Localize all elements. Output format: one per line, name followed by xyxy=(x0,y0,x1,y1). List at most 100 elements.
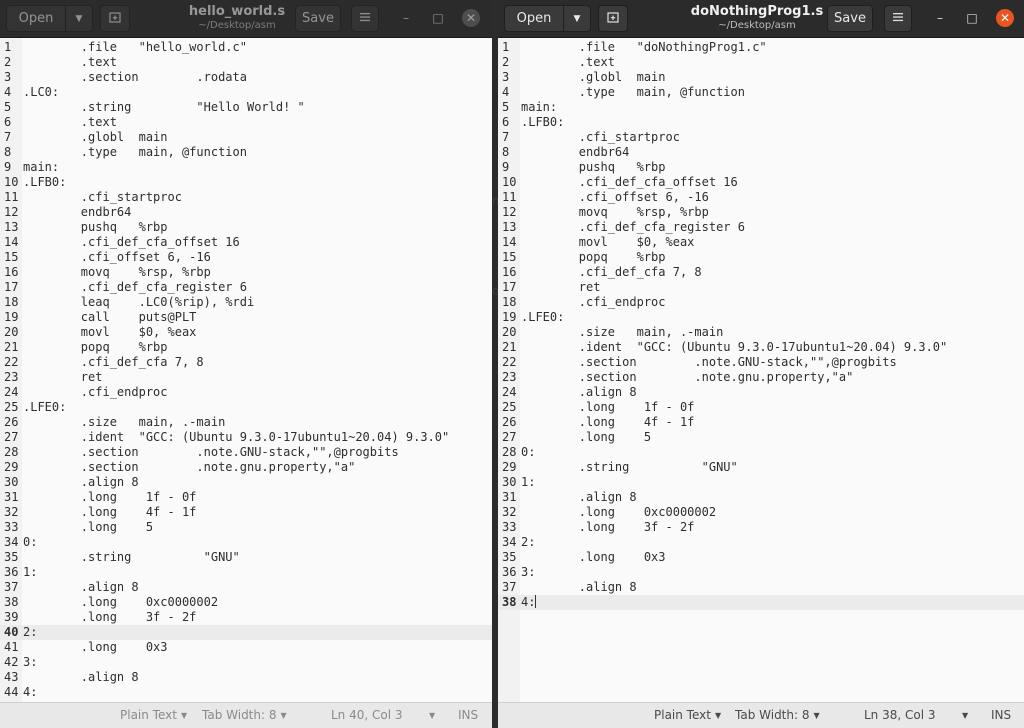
insert-mode[interactable]: INS xyxy=(458,708,478,722)
code-line[interactable]: 37 .align 8 xyxy=(498,580,1024,595)
code-line[interactable]: 3 .section .rodata xyxy=(0,70,492,85)
save-button[interactable]: Save xyxy=(295,5,341,32)
code-line[interactable]: 15 .cfi_offset 6, -16 xyxy=(0,250,492,265)
code-line[interactable]: 37 .align 8 xyxy=(0,580,492,595)
code-line[interactable]: 20 .size main, .-main xyxy=(498,325,1024,340)
code-line[interactable]: 43 .align 8 xyxy=(0,670,492,685)
code-line[interactable]: 28 .section .note.GNU-stack,"",@progbits xyxy=(0,445,492,460)
code-line[interactable]: 27 .long 5 xyxy=(498,430,1024,445)
code-line[interactable]: 2 .text xyxy=(498,55,1024,70)
code-line[interactable]: 5 .string "Hello World! " xyxy=(0,100,492,115)
position-dropdown[interactable]: ▼ xyxy=(425,708,435,722)
code-line[interactable]: 22 .section .note.GNU-stack,"",@progbits xyxy=(498,355,1024,370)
code-line[interactable]: 25 .LFE0: xyxy=(0,400,492,415)
code-line[interactable]: 36 1: xyxy=(0,565,492,580)
code-line[interactable]: 36 3: xyxy=(498,565,1024,580)
code-line[interactable]: 2 .text xyxy=(0,55,492,70)
code-line[interactable]: 12 endbr64 xyxy=(0,205,492,220)
code-line[interactable]: 26 .size main, .-main xyxy=(0,415,492,430)
current-line[interactable]: 38 4: xyxy=(498,595,1024,610)
maximize-button[interactable]: □ xyxy=(430,10,446,26)
code-line[interactable]: 25 .long 1f - 0f xyxy=(498,400,1024,415)
code-line[interactable]: 1 .file "doNothingProg1.c" xyxy=(498,40,1024,55)
language-selector[interactable]: Plain Text ▼ xyxy=(120,708,187,722)
code-line[interactable]: 13 .cfi_def_cfa_register 6 xyxy=(498,220,1024,235)
open-dropdown-button[interactable]: ▼ xyxy=(563,5,591,32)
code-line[interactable]: 26 .long 4f - 1f xyxy=(498,415,1024,430)
tab-width-selector[interactable]: Tab Width: 8 ▼ xyxy=(735,708,820,722)
code-line[interactable]: 35 .string "GNU" xyxy=(0,550,492,565)
code-line[interactable]: 44 4: xyxy=(0,685,492,700)
code-line[interactable]: 24 .align 8 xyxy=(498,385,1024,400)
code-line[interactable]: 32 .long 4f - 1f xyxy=(0,505,492,520)
code-line[interactable]: 16 movq %rsp, %rbp xyxy=(0,265,492,280)
code-line[interactable]: 10 .LFB0: xyxy=(0,175,492,190)
code-line[interactable]: 15 popq %rbp xyxy=(498,250,1024,265)
cursor-position[interactable]: Ln 38, Col 3 xyxy=(864,708,936,722)
code-line[interactable]: 32 .long 0xc0000002 xyxy=(498,505,1024,520)
code-line[interactable]: 22 .cfi_def_cfa 7, 8 xyxy=(0,355,492,370)
language-selector[interactable]: Plain Text ▼ xyxy=(654,708,721,722)
code-line[interactable]: 30 1: xyxy=(498,475,1024,490)
code-line[interactable]: 24 .cfi_endproc xyxy=(0,385,492,400)
new-tab-button[interactable] xyxy=(100,5,130,32)
code-line[interactable]: 30 .align 8 xyxy=(0,475,492,490)
code-line[interactable]: 19 call puts@PLT xyxy=(0,310,492,325)
code-line[interactable]: 6 .text xyxy=(0,115,492,130)
text-editor[interactable]: 1 .file "hello_world.c" 2 .text 3 .section… xyxy=(0,38,492,703)
code-line[interactable]: 35 .long 0x3 xyxy=(498,550,1024,565)
code-line[interactable]: 21 popq %rbp xyxy=(0,340,492,355)
code-line[interactable]: 33 .long 3f - 2f xyxy=(498,520,1024,535)
code-line[interactable]: 27 .ident "GCC: (Ubuntu 9.3.0-17ubuntu1~… xyxy=(0,430,492,445)
code-line[interactable]: 5 main: xyxy=(498,100,1024,115)
code-line[interactable]: 18 leaq .LC0(%rip), %rdi xyxy=(0,295,492,310)
code-line[interactable]: 9 pushq %rbp xyxy=(498,160,1024,175)
code-line[interactable]: 12 movq %rsp, %rbp xyxy=(498,205,1024,220)
code-line[interactable]: 16 .cfi_def_cfa 7, 8 xyxy=(498,265,1024,280)
insert-mode[interactable]: INS xyxy=(991,708,1011,722)
code-line[interactable]: 11 .cfi_offset 6, -16 xyxy=(498,190,1024,205)
code-line[interactable]: 33 .long 5 xyxy=(0,520,492,535)
menu-button[interactable] xyxy=(351,5,379,32)
code-line[interactable]: 23 .section .note.gnu.property,"a" xyxy=(498,370,1024,385)
code-line[interactable]: 14 .cfi_def_cfa_offset 16 xyxy=(0,235,492,250)
open-dropdown-button[interactable]: ▼ xyxy=(65,5,93,32)
code-line[interactable]: 29 .section .note.gnu.property,"a" xyxy=(0,460,492,475)
position-dropdown[interactable]: ▼ xyxy=(958,708,968,722)
code-line[interactable]: 13 pushq %rbp xyxy=(0,220,492,235)
code-line[interactable]: 6 .LFB0: xyxy=(498,115,1024,130)
save-button[interactable]: Save xyxy=(827,5,873,32)
maximize-button[interactable]: □ xyxy=(964,10,980,26)
code-line[interactable]: 17 .cfi_def_cfa_register 6 xyxy=(0,280,492,295)
code-line[interactable]: 21 .ident "GCC: (Ubuntu 9.3.0-17ubuntu1~… xyxy=(498,340,1024,355)
text-editor[interactable]: 1 .file "doNothingProg1.c" 2 .text 3 .glob… xyxy=(498,38,1024,703)
close-button[interactable]: ✕ xyxy=(462,9,480,27)
code-line[interactable]: 3 .globl main xyxy=(498,70,1024,85)
code-line[interactable]: 23 ret xyxy=(0,370,492,385)
code-line[interactable]: 17 ret xyxy=(498,280,1024,295)
cursor-position[interactable]: Ln 40, Col 3 xyxy=(331,708,403,722)
code-line[interactable]: 9 main: xyxy=(0,160,492,175)
code-line[interactable]: 4 .type main, @function xyxy=(498,85,1024,100)
code-line[interactable]: 38 .long 0xc0000002 xyxy=(0,595,492,610)
minimize-button[interactable]: – xyxy=(398,10,414,26)
current-line[interactable]: 40 2: xyxy=(0,625,492,640)
open-button[interactable]: Open xyxy=(6,5,66,32)
code-line[interactable]: 31 .align 8 xyxy=(498,490,1024,505)
code-line[interactable]: 31 .long 1f - 0f xyxy=(0,490,492,505)
code-line[interactable]: 14 movl $0, %eax xyxy=(498,235,1024,250)
code-line[interactable]: 8 .type main, @function xyxy=(0,145,492,160)
code-line[interactable]: 1 .file "hello_world.c" xyxy=(0,40,492,55)
code-line[interactable]: 7 .globl main xyxy=(0,130,492,145)
code-line[interactable]: 42 3: xyxy=(0,655,492,670)
code-line[interactable]: 18 .cfi_endproc xyxy=(498,295,1024,310)
code-line[interactable]: 29 .string "GNU" xyxy=(498,460,1024,475)
code-line[interactable]: 20 movl $0, %eax xyxy=(0,325,492,340)
code-line[interactable]: 11 .cfi_startproc xyxy=(0,190,492,205)
code-line[interactable]: 7 .cfi_startproc xyxy=(498,130,1024,145)
code-line[interactable]: 34 0: xyxy=(0,535,492,550)
code-line[interactable]: 28 0: xyxy=(498,445,1024,460)
code-line[interactable]: 41 .long 0x3 xyxy=(0,640,492,655)
minimize-button[interactable]: – xyxy=(932,10,948,26)
tab-width-selector[interactable]: Tab Width: 8 ▼ xyxy=(202,708,287,722)
